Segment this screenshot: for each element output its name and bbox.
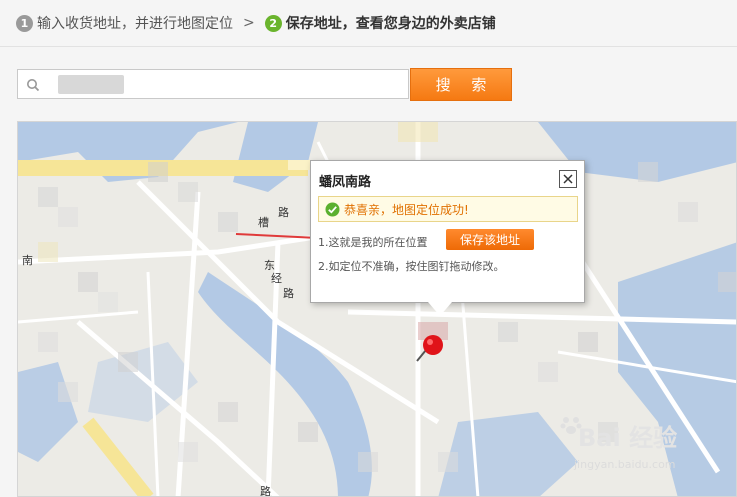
step-2-number: 2 [264, 14, 282, 32]
map-pin-icon[interactable] [414, 334, 450, 364]
step-separator: > [243, 15, 255, 31]
header-divider [0, 46, 737, 47]
check-circle-icon [325, 202, 340, 216]
road-label: 南 [22, 254, 33, 267]
road-label: 经 [271, 272, 282, 285]
location-popup: 蟠凤南路 恭喜亲，地图定位成功! 1.这就是我的所在位置 保存该地址 2.如定位… [310, 160, 585, 303]
step-1-label: 输入收货地址，并进行地图定位 [37, 16, 233, 32]
success-banner: 恭喜亲，地图定位成功! [318, 196, 578, 222]
step-1-number: 1 [16, 14, 33, 32]
step-2-label: 保存地址，查看您身边的外卖店铺 [285, 16, 496, 32]
watermark-brand-b: 经验 [629, 424, 678, 452]
tip-drag-pin: 2.如定位不准确，按住图钉拖动修改。 [318, 260, 505, 273]
road-label: 路 [260, 485, 271, 497]
success-message: 恭喜亲，地图定位成功! [344, 202, 469, 217]
road-label: 东 [264, 259, 275, 272]
address-search-input[interactable] [48, 73, 402, 97]
search-icon [27, 79, 40, 92]
search-box[interactable] [17, 69, 409, 99]
save-address-button[interactable]: 保存该地址 [446, 229, 534, 250]
popup-title: 蟠凤南路 [319, 175, 372, 190]
road-label: 槽 [258, 216, 269, 229]
road-label: 路 [283, 287, 294, 300]
watermark-brand-a: Bai [578, 424, 621, 452]
tip-current-location: 1.这就是我的所在位置 [318, 236, 428, 249]
step-indicator: 1 输入收货地址，并进行地图定位 > 2 保存地址，查看您身边的外卖店铺 [16, 10, 496, 36]
road-label: 路 [278, 206, 289, 219]
popup-tail [428, 302, 452, 316]
search-button[interactable]: 搜 索 [410, 68, 512, 101]
popup-close-button[interactable] [559, 170, 577, 188]
watermark-url: jingyan.baidu.com [574, 458, 676, 471]
watermark-brand: Bai 经验 [578, 418, 677, 453]
close-icon [563, 174, 573, 184]
